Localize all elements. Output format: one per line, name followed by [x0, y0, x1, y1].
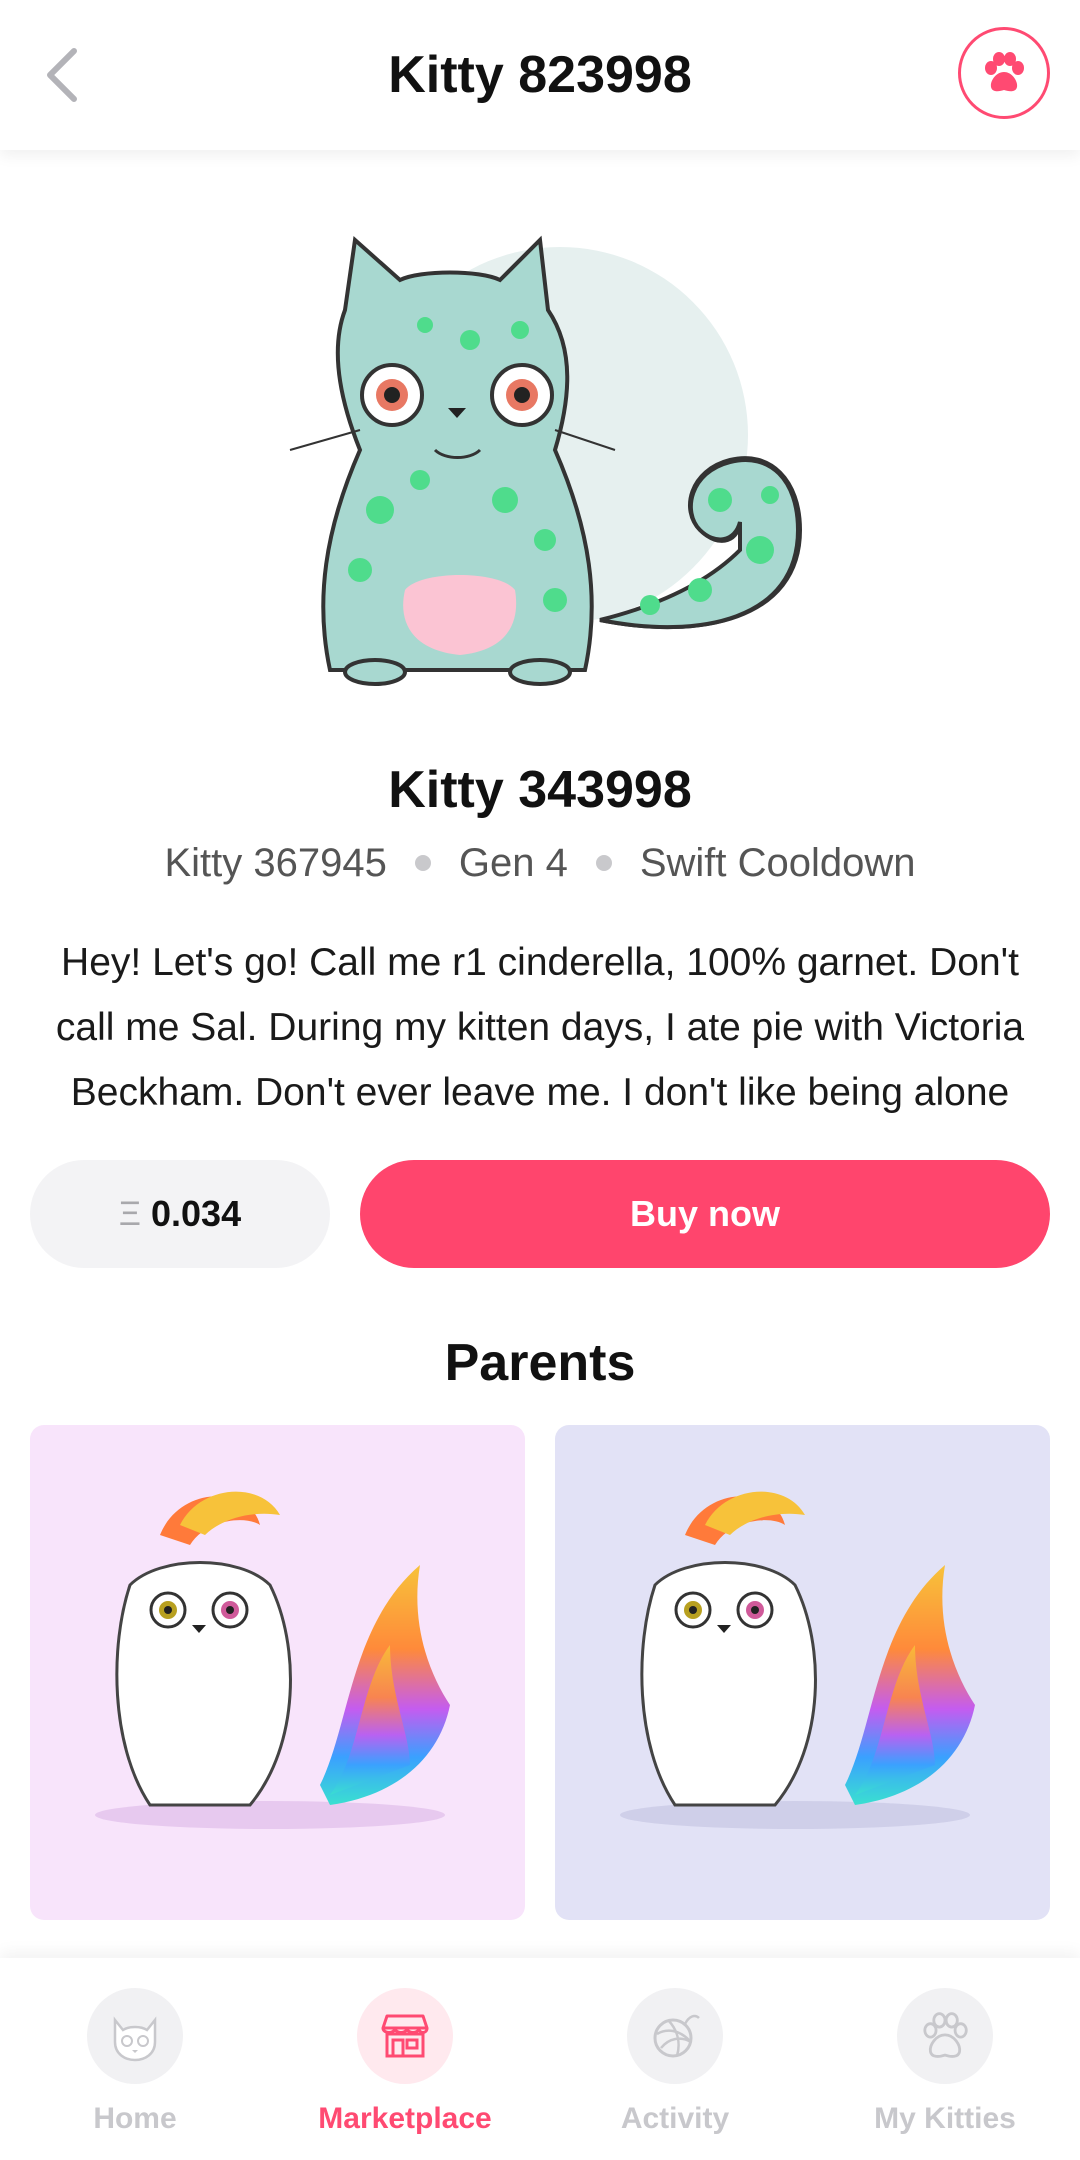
- parent-kitty-image: [95, 1491, 450, 1829]
- nav-item-activity[interactable]: Activity: [540, 1988, 810, 2148]
- nav-label: Activity: [620, 2102, 730, 2135]
- nav-icon-container: [87, 1988, 183, 2084]
- parent-kitty-image: [620, 1491, 975, 1829]
- ether-icon: Ξ: [118, 1194, 141, 1233]
- kitty-meta: Kitty 367945 Gen 4 Swift Cooldown: [0, 836, 1080, 890]
- kitty-illustration: [289, 235, 803, 686]
- cooldown-label: Swift Cooldown: [639, 841, 916, 885]
- nav-item-my-kitties[interactable]: My Kitties: [810, 1988, 1080, 2148]
- top-bar: Kitty 823998: [0, 0, 1080, 150]
- nav-icon-container: [897, 1988, 993, 2084]
- nav-item-marketplace[interactable]: Marketplace: [270, 1988, 540, 2148]
- yarn-ball-icon: [653, 2014, 700, 2058]
- paw-icon: [985, 52, 1024, 92]
- cat-face-icon: [113, 2016, 157, 2062]
- parent-card-1[interactable]: [30, 1425, 525, 1920]
- nav-icon-container: [627, 1988, 723, 2084]
- nav-label: My Kitties: [874, 2102, 1016, 2135]
- storefront-icon: [381, 2014, 429, 2058]
- price-display: Ξ 0.034: [30, 1160, 330, 1268]
- kitty-hero: [0, 150, 1080, 730]
- parents-heading: Parents: [444, 1334, 636, 1392]
- paw-icon: [923, 2012, 968, 2058]
- page-title: Kitty 823998: [388, 46, 692, 104]
- separator-dot: [595, 855, 612, 871]
- generation-label: Gen 4: [458, 841, 568, 885]
- buy-now-button[interactable]: Buy now: [360, 1160, 1050, 1268]
- nav-icon-container: [357, 1988, 453, 2084]
- kitty-id-label: Kitty 367945: [164, 841, 387, 885]
- nav-item-home[interactable]: Home: [0, 1988, 270, 2148]
- kitty-name: Kitty 343998: [388, 761, 692, 819]
- price-value: 0.034: [151, 1193, 242, 1234]
- my-kitties-button[interactable]: [958, 27, 1050, 119]
- nav-label: Home: [93, 2102, 177, 2135]
- bottom-nav: Home Marketplace Activity My Kitties: [0, 1958, 1080, 2160]
- kitty-bio: Hey! Let's go! Call me r1 cinderella, 10…: [55, 941, 1025, 1114]
- separator-dot: [414, 855, 431, 871]
- parent-card-2[interactable]: [555, 1425, 1050, 1920]
- nav-label: Marketplace: [318, 2102, 492, 2135]
